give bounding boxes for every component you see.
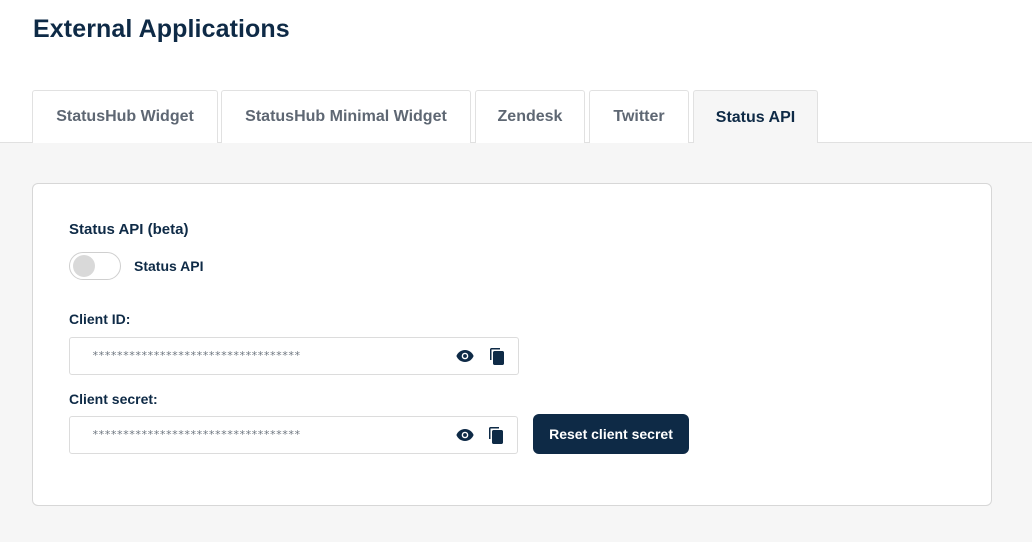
client-secret-label: Client secret: (69, 391, 158, 407)
client-secret-value[interactable]: ********************************** (92, 428, 301, 441)
tab-statushub-widget[interactable]: StatusHub Widget (32, 90, 218, 143)
client-id-value[interactable]: ********************************** (92, 349, 301, 362)
client-id-field: ********************************** (69, 337, 519, 375)
tab-bar: StatusHub Widget StatusHub Minimal Widge… (0, 90, 1032, 144)
toggle-knob (73, 255, 95, 277)
client-id-label: Client ID: (69, 311, 131, 327)
section-title: Status API (beta) (69, 221, 189, 238)
status-api-card: Status API (beta) Status API Client ID: … (32, 183, 992, 506)
reset-client-secret-button[interactable]: Reset client secret (533, 414, 689, 454)
copy-icon[interactable] (487, 346, 507, 366)
toggle-label: Status API (134, 258, 204, 274)
status-api-toggle-row: Status API (69, 252, 204, 280)
tab-zendesk[interactable]: Zendesk (475, 90, 585, 143)
tab-status-api[interactable]: Status API (693, 90, 818, 144)
status-api-toggle[interactable] (69, 252, 121, 280)
client-secret-field: ********************************** (69, 416, 518, 454)
eye-icon[interactable] (455, 425, 475, 445)
page-title: External Applications (33, 15, 290, 43)
copy-icon[interactable] (486, 425, 506, 445)
tab-content-area: Status API (beta) Status API Client ID: … (0, 143, 1032, 542)
eye-icon[interactable] (455, 346, 475, 366)
tab-statushub-minimal-widget[interactable]: StatusHub Minimal Widget (221, 90, 471, 143)
tab-twitter[interactable]: Twitter (589, 90, 689, 143)
